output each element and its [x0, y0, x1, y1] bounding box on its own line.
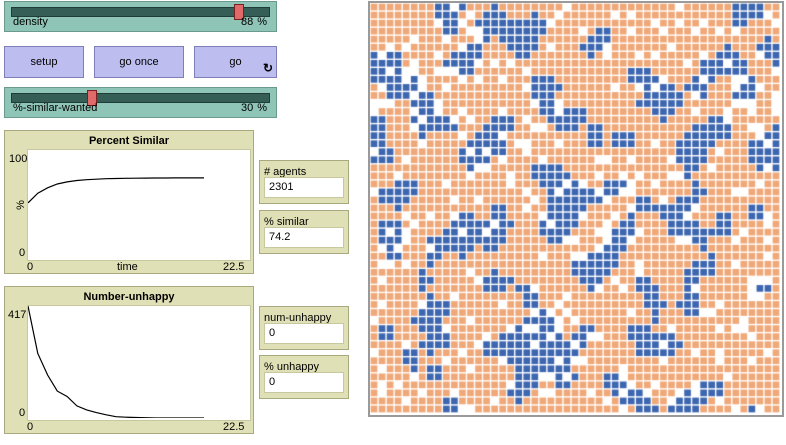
monitor-value: 74.2: [264, 227, 344, 248]
series-line: [27, 177, 204, 204]
monitor-value: 0: [264, 372, 344, 393]
pct-unhappy-monitor: % unhappy 0: [259, 355, 349, 399]
slider-label: %-similar-wanted: [13, 102, 98, 114]
y-max-label: 417: [8, 309, 27, 321]
x-min-label: 0: [27, 421, 34, 433]
similar-wanted-slider[interactable]: %-similar-wanted 30%: [4, 87, 277, 118]
go-button-label: go: [229, 56, 242, 68]
go-once-button-label: go once: [119, 56, 159, 68]
world-canvas[interactable]: [370, 3, 780, 413]
forever-loop-icon: ↻: [262, 61, 273, 75]
go-once-button[interactable]: go once: [94, 46, 184, 78]
monitor-value: 0: [264, 323, 344, 344]
similar-monitor: % similar 74.2: [259, 210, 349, 254]
go-button[interactable]: go ↻: [194, 46, 277, 78]
monitor-value: 2301: [264, 177, 344, 198]
y-min-label: 0: [19, 247, 26, 259]
slider-value: 88%: [240, 16, 267, 28]
slider-label: density: [13, 16, 48, 28]
slider-value: 30%: [240, 102, 267, 114]
percent-similar-chart: [27, 177, 204, 204]
y-min-label: 0: [19, 407, 26, 419]
x-max-label: 22.5: [223, 421, 245, 433]
y-axis-label: %: [14, 200, 27, 210]
plot-area: [27, 305, 251, 421]
setup-button-label: setup: [30, 56, 58, 68]
plot-area: [27, 149, 251, 261]
number-unhappy-plot: Number-unhappy 417 0 0 22.5: [4, 286, 254, 434]
series-line: [27, 305, 204, 419]
slider-track: [11, 7, 270, 17]
x-max-label: 22.5: [223, 261, 245, 273]
setup-button[interactable]: setup: [4, 46, 84, 78]
number-unhappy-chart: [27, 305, 204, 419]
x-axis-label: time: [117, 261, 138, 273]
percent-similar-plot: Percent Similar 100 % 0 0 time 22.5: [4, 130, 254, 274]
world-view[interactable]: [368, 1, 784, 417]
num-unhappy-monitor: num-unhappy 0: [259, 306, 349, 350]
plot-title: Number-unhappy: [83, 291, 175, 303]
plot-title: Percent Similar: [88, 135, 170, 147]
agents-monitor: # agents 2301: [259, 160, 349, 204]
y-max-label: 100: [9, 153, 28, 165]
density-slider[interactable]: density 88%: [4, 1, 277, 32]
x-min-label: 0: [27, 261, 34, 273]
